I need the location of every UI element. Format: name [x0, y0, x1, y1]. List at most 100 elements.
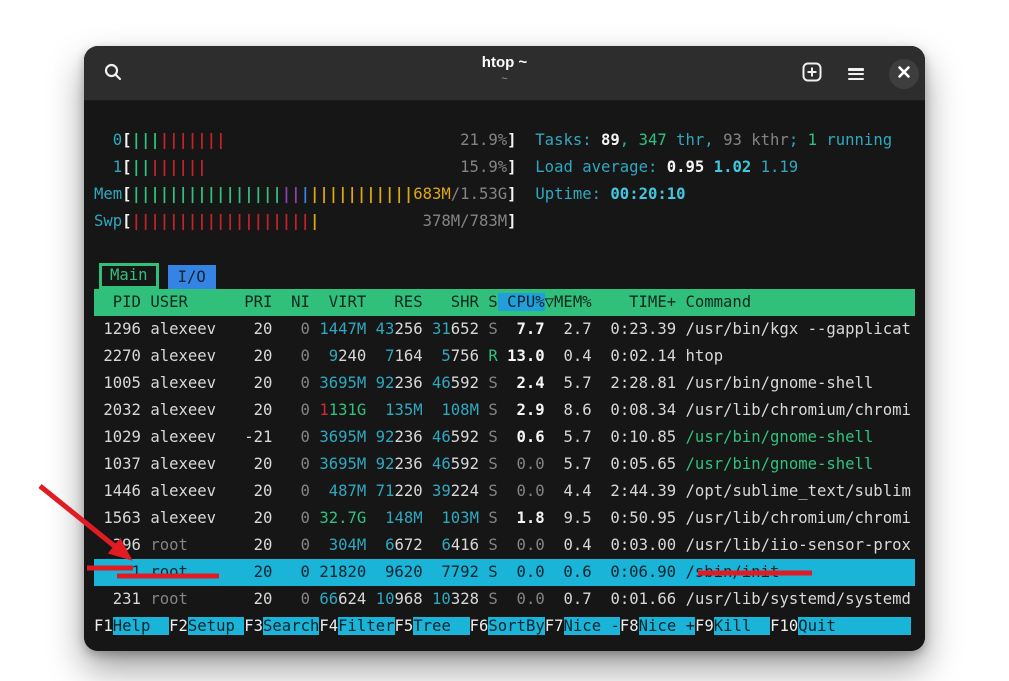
text-segment: 20: [235, 536, 282, 554]
text-segment: ;: [789, 131, 808, 149]
text-segment: 2:44.39: [592, 482, 677, 500]
cpu1-bars-red: ||||||: [150, 158, 206, 176]
text-segment: /usr/lib/iio-sensor-prox: [676, 536, 911, 554]
cpu0-meter-line: 0[|||||||||| 21.9%] Tasks: 89, 347 thr, …: [94, 127, 915, 154]
text-segment: 43: [376, 320, 395, 338]
f6-key[interactable]: F6: [470, 617, 489, 635]
text-segment: 2.4: [498, 374, 545, 392]
mem-bars-yellow: |||||||||||: [310, 185, 413, 203]
f7-key[interactable]: F7: [545, 617, 564, 635]
text-segment: [479, 509, 488, 527]
f10-quit-button[interactable]: Quit: [798, 617, 911, 635]
text-segment: 6: [441, 536, 450, 554]
text-segment: [310, 320, 319, 338]
text-segment: [310, 428, 319, 446]
text-segment: ]: [507, 185, 516, 203]
tab-io[interactable]: I/O: [168, 265, 216, 289]
search-button[interactable]: [98, 59, 128, 89]
text-segment: [423, 428, 432, 446]
cpu1-meter-line: 1[|||||||| 15.9%] Load average: 0.95 1.0…: [94, 154, 915, 181]
text-segment: [423, 401, 442, 419]
f1-help-button[interactable]: Help: [113, 617, 169, 635]
text-segment: 0:05.65: [592, 455, 677, 473]
f3-key[interactable]: F3: [244, 617, 263, 635]
column-headers[interactable]: PID USER PRI NI VIRT RES SHR S: [94, 293, 498, 311]
swp-used-total: 378M/783M: [423, 212, 508, 230]
menu-button[interactable]: [841, 59, 871, 89]
text-segment: root: [150, 536, 235, 554]
process-row-231[interactable]: 231 root 20 0 66624 10968 10328 S 0.0 0.…: [94, 586, 915, 613]
f2-setup-button[interactable]: Setup: [188, 617, 244, 635]
text-segment: [310, 401, 319, 419]
text-segment: 2270 alexeev 20: [94, 347, 282, 365]
text-segment: [366, 509, 385, 527]
text-segment: 32.7G: [319, 509, 366, 527]
text-segment: 0: [282, 536, 310, 554]
column-headers-right[interactable]: MEM% TIME+ Command: [554, 293, 751, 311]
swp-bars-red: |||||||||||||||||||: [132, 212, 310, 230]
process-row-1563[interactable]: 1563 alexeev 20 0 32.7G 148M 103M S 1.8 …: [94, 505, 915, 532]
f9-kill-button[interactable]: Kill: [714, 617, 770, 635]
f5-key[interactable]: F5: [395, 617, 414, 635]
text-segment: 1563 alexeev 20: [94, 509, 282, 527]
text-segment: 0: [282, 482, 310, 500]
f4-filter-button[interactable]: Filter: [338, 617, 394, 635]
f3-search-button[interactable]: Search: [263, 617, 319, 635]
table-header-row[interactable]: PID USER PRI NI VIRT RES SHR S CPU%▽MEM%…: [94, 289, 915, 316]
text-segment: S: [488, 455, 497, 473]
text-segment: [423, 482, 432, 500]
search-icon: [103, 62, 123, 87]
text-segment: 0:10.85: [592, 428, 677, 446]
new-tab-button[interactable]: [797, 59, 827, 89]
screen-tabs: Main I/O: [94, 262, 915, 289]
text-segment: 2.7: [545, 320, 592, 338]
process-row-1037[interactable]: 1037 alexeev 20 0 3695M 92236 46592 S 0.…: [94, 451, 915, 478]
f9-key[interactable]: F9: [695, 617, 714, 635]
process-row-1005[interactable]: 1005 alexeev 20 0 3695M 92236 46592 S 2.…: [94, 370, 915, 397]
function-key-bar: F1Help F2Setup F3SearchF4FilterF5Tree F6…: [94, 613, 915, 640]
process-row-1-selected[interactable]: 1 root 20 0 21820 9620 7792 S 0.0 0.6 0:…: [94, 559, 915, 586]
load-label: Load average:: [535, 158, 666, 176]
text-segment: 31: [432, 320, 451, 338]
text-segment: 1029 alexeev -21: [94, 428, 282, 446]
sort-column-cpu[interactable]: CPU%: [498, 293, 545, 311]
f7-nice-minus-button[interactable]: Nice -: [564, 617, 620, 635]
text-segment: [479, 536, 488, 554]
text-segment: 20: [235, 590, 282, 608]
text-segment: [310, 455, 319, 473]
process-row-1446[interactable]: 1446 alexeev 20 0 487M 71220 39224 S 0.0…: [94, 478, 915, 505]
f1-key[interactable]: F1: [94, 617, 113, 635]
text-segment: running: [817, 131, 892, 149]
process-row-1296[interactable]: 1296 alexeev 20 0 1447M 43256 31652 S 7.…: [94, 316, 915, 343]
close-button[interactable]: [889, 59, 919, 89]
text-segment: 652: [451, 320, 479, 338]
text-segment: 9.5: [545, 509, 592, 527]
hamburger-menu-icon: [848, 68, 864, 80]
mem-meter-line: Mem[||||||||||||||||||||||||||||||683M/1…: [94, 181, 915, 208]
text-segment: [366, 428, 375, 446]
f2-key[interactable]: F2: [169, 617, 188, 635]
process-row-2032[interactable]: 2032 alexeev 20 0 1131G 135M 108M S 2.9 …: [94, 397, 915, 424]
text-segment: 3695M: [319, 428, 366, 446]
text-segment: S: [488, 320, 497, 338]
text-segment: 1: [319, 401, 328, 419]
f4-key[interactable]: F4: [319, 617, 338, 635]
tasks-label: Tasks:: [535, 131, 601, 149]
f6-sortby-button[interactable]: SortBy: [488, 617, 544, 635]
f8-nice-plus-button[interactable]: Nice +: [639, 617, 695, 635]
f10-key[interactable]: F10: [770, 617, 798, 635]
thread-count: 347: [629, 131, 667, 149]
text-segment: [517, 131, 536, 149]
text-segment: 304M: [329, 536, 367, 554]
text-segment: 39: [432, 482, 451, 500]
f8-key[interactable]: F8: [620, 617, 639, 635]
process-row-396[interactable]: 396 root 20 0 304M 6672 6416 S 0.0 0.4 0…: [94, 532, 915, 559]
process-row-2270[interactable]: 2270 alexeev 20 0 9240 7164 5756 R 13.0 …: [94, 343, 915, 370]
f5-tree-button[interactable]: Tree: [413, 617, 469, 635]
text-segment: [479, 590, 488, 608]
text-segment: 236: [394, 428, 422, 446]
tab-main[interactable]: Main: [99, 263, 159, 289]
process-row-1029[interactable]: 1029 alexeev -21 0 3695M 92236 46592 S 0…: [94, 424, 915, 451]
text-segment: /usr/bin/kgx --gapplicat: [676, 320, 911, 338]
text-segment: [366, 320, 375, 338]
